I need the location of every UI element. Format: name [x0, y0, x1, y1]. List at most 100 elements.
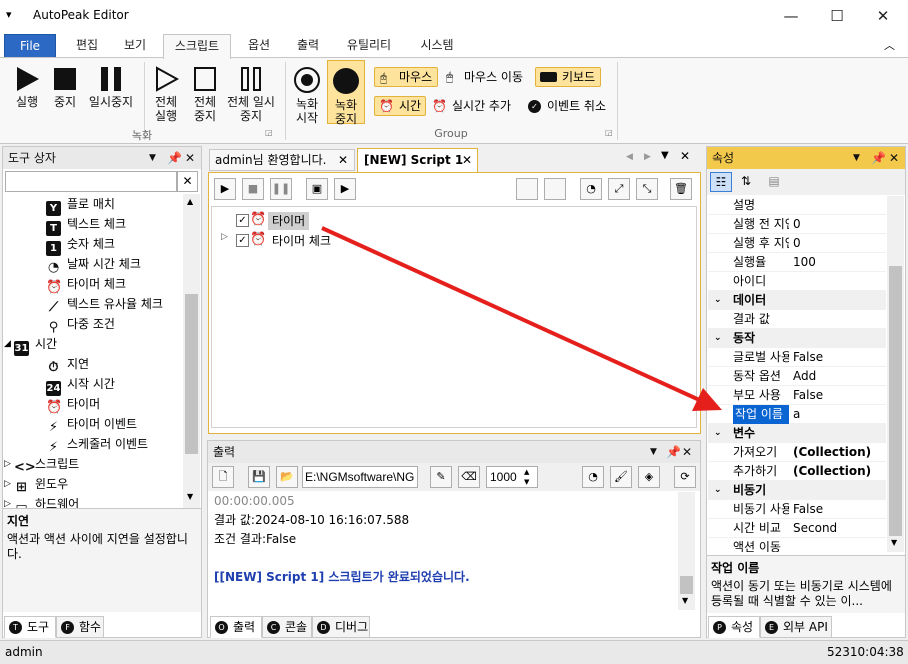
blank-tool-button[interactable]: [516, 178, 538, 200]
timer-tool-button[interactable]: ◔: [580, 178, 602, 200]
run-script-button[interactable]: ▶: [214, 178, 236, 200]
tab-tools[interactable]: T 도구: [4, 616, 56, 638]
tab-options[interactable]: 옵션: [238, 34, 280, 58]
keyboard-toggle[interactable]: 키보드: [535, 67, 601, 87]
categorized-icon[interactable]: ☷: [710, 172, 732, 192]
time-toggle[interactable]: ⏰ 시간: [374, 96, 426, 116]
event-cancel-toggle[interactable]: ✓ 이벤트 취소: [525, 96, 606, 116]
scroll-up-icon[interactable]: ▲: [187, 197, 193, 206]
toolbox-item[interactable]: ⏰ 타이머 체크: [46, 274, 126, 295]
property-row[interactable]: 동작 옵션 Add: [708, 367, 886, 386]
toolbox-item[interactable]: ◔ 날짜 시간 체크: [46, 254, 141, 275]
scroll-down-icon[interactable]: ▼: [891, 538, 897, 547]
toolbox-scrollbar[interactable]: ▲ ▼: [183, 194, 200, 508]
scroll-down-icon[interactable]: ▼: [187, 492, 193, 501]
collapse-icon[interactable]: ⌄: [714, 291, 722, 310]
collapse-icon[interactable]: ⌄: [714, 481, 722, 500]
realtime-add-toggle[interactable]: ⏰ 실시간 추가: [430, 96, 511, 116]
property-category[interactable]: ⌄ 변수: [708, 424, 886, 443]
toolbox-item[interactable]: ⚲ 다중 조건: [46, 314, 115, 335]
dropdown-icon[interactable]: ▼: [149, 147, 156, 169]
eraser-icon[interactable]: ⌫: [458, 466, 480, 488]
close-icon[interactable]: ✕: [185, 147, 195, 169]
tab-console[interactable]: C 콘솔: [262, 616, 312, 638]
property-value[interactable]: 0: [793, 234, 801, 253]
clear-search-button[interactable]: ✕: [177, 171, 198, 192]
scroll-thumb[interactable]: [680, 576, 693, 594]
pin-icon[interactable]: 📌: [167, 147, 182, 169]
maximize-button[interactable]: ☐: [814, 0, 860, 32]
toolbox-item[interactable]: Y 플로 매치: [46, 194, 115, 216]
clean-icon[interactable]: ✎: [430, 466, 452, 488]
run-all-button[interactable]: 전체 실행: [147, 66, 185, 123]
toolbox-item[interactable]: ⏱ 지연: [46, 354, 89, 375]
line-limit-input[interactable]: [486, 466, 538, 488]
toolbox-item[interactable]: ⟋ 텍스트 유사율 체크: [46, 294, 163, 315]
run-to-button[interactable]: ▶: [334, 178, 356, 200]
tab-properties[interactable]: P 속성: [708, 616, 760, 638]
property-row[interactable]: 부모 사용 False: [708, 386, 886, 405]
property-pages-icon[interactable]: ▤: [763, 172, 785, 192]
collapse-icon[interactable]: ⌄: [714, 424, 722, 443]
pause-script-button[interactable]: ❚❚: [270, 178, 292, 200]
tab-external-api[interactable]: E 외부 API: [760, 616, 832, 638]
refresh-icon[interactable]: ⟳: [674, 466, 696, 488]
property-value[interactable]: False: [793, 500, 823, 519]
property-category[interactable]: ⌄ 비동기: [708, 481, 886, 500]
property-row[interactable]: 추가하기 (Collection): [708, 462, 886, 481]
expand-arrow-icon[interactable]: ◢: [4, 334, 11, 354]
mouse-move-toggle[interactable]: 🖱 마우스 이동: [442, 67, 523, 87]
property-value[interactable]: (Collection): [793, 443, 871, 462]
fill-icon[interactable]: ◈: [638, 466, 660, 488]
mouse-click-toggle[interactable]: 🖰 마우스: [374, 67, 438, 87]
property-value[interactable]: a: [793, 405, 800, 424]
property-value[interactable]: Add: [793, 367, 816, 386]
sort-alpha-icon[interactable]: ⇅: [735, 172, 757, 192]
expand-arrow-icon[interactable]: ▷: [4, 494, 11, 508]
brush-icon[interactable]: 🖌: [610, 466, 632, 488]
dialog-launcher-icon[interactable]: ◲: [605, 128, 613, 137]
property-value[interactable]: (Collection): [793, 462, 871, 481]
checkbox-icon[interactable]: ✓: [236, 214, 249, 227]
record-stop-button[interactable]: 녹화 중지: [327, 60, 365, 126]
log-path-input[interactable]: [302, 466, 418, 488]
property-value[interactable]: False: [793, 386, 823, 405]
tab-debug[interactable]: D 디버그: [312, 616, 370, 638]
tab-utility[interactable]: 유틸리티: [338, 34, 400, 58]
tab-scroll-right-icon[interactable]: ▶: [644, 152, 651, 162]
clock-icon[interactable]: ◔: [582, 466, 604, 488]
scroll-thumb[interactable]: [185, 294, 198, 454]
property-row[interactable]: 가져오기 (Collection): [708, 443, 886, 462]
pin-icon[interactable]: 📌: [871, 147, 886, 169]
record-start-button[interactable]: 녹화 시작: [290, 66, 324, 125]
step-run-button[interactable]: ▣: [306, 178, 328, 200]
property-category[interactable]: ⌄ 동작: [708, 329, 886, 348]
output-scrollbar[interactable]: ▼: [678, 492, 695, 610]
collapse-ribbon-icon[interactable]: ︿: [884, 37, 895, 53]
dialog-launcher-icon[interactable]: ◲: [265, 128, 273, 137]
toolbox-item[interactable]: ⚡ 타이머 이벤트: [46, 414, 137, 435]
collapse-icon[interactable]: ⤡: [636, 178, 658, 200]
property-row[interactable]: 작업 이름 a: [708, 405, 886, 424]
property-value[interactable]: False: [793, 348, 823, 367]
property-value[interactable]: Second: [793, 519, 837, 538]
tab-script-1[interactable]: [NEW] Script 1 ✕: [357, 148, 478, 172]
scroll-down-icon[interactable]: ▼: [682, 596, 688, 605]
system-menu-icon[interactable]: ▾: [6, 8, 12, 21]
tab-list-icon[interactable]: ▼: [661, 150, 669, 161]
expand-arrow-icon[interactable]: ▷: [221, 232, 228, 242]
stop-script-button[interactable]: ■: [242, 178, 264, 200]
property-row[interactable]: 글로벌 사용 False: [708, 348, 886, 367]
tab-functions[interactable]: F 함수: [56, 616, 104, 638]
toolbox-item[interactable]: ⏰ 타이머: [46, 394, 100, 415]
tab-welcome[interactable]: admin님 환영합니다. ✕: [209, 149, 355, 171]
tab-output[interactable]: 출력: [287, 34, 329, 58]
close-icon[interactable]: ✕: [338, 150, 348, 170]
pause-button[interactable]: 일시중지: [84, 66, 138, 109]
toolbox-item[interactable]: ⚡ 스케줄러 이벤트: [46, 434, 148, 455]
property-row[interactable]: 액션 이동: [708, 538, 886, 552]
tab-file[interactable]: File: [4, 34, 56, 58]
spin-arrows-icon[interactable]: ▲ ▼: [524, 467, 529, 487]
property-value[interactable]: 0: [793, 215, 801, 234]
run-button[interactable]: 실행: [8, 66, 46, 109]
